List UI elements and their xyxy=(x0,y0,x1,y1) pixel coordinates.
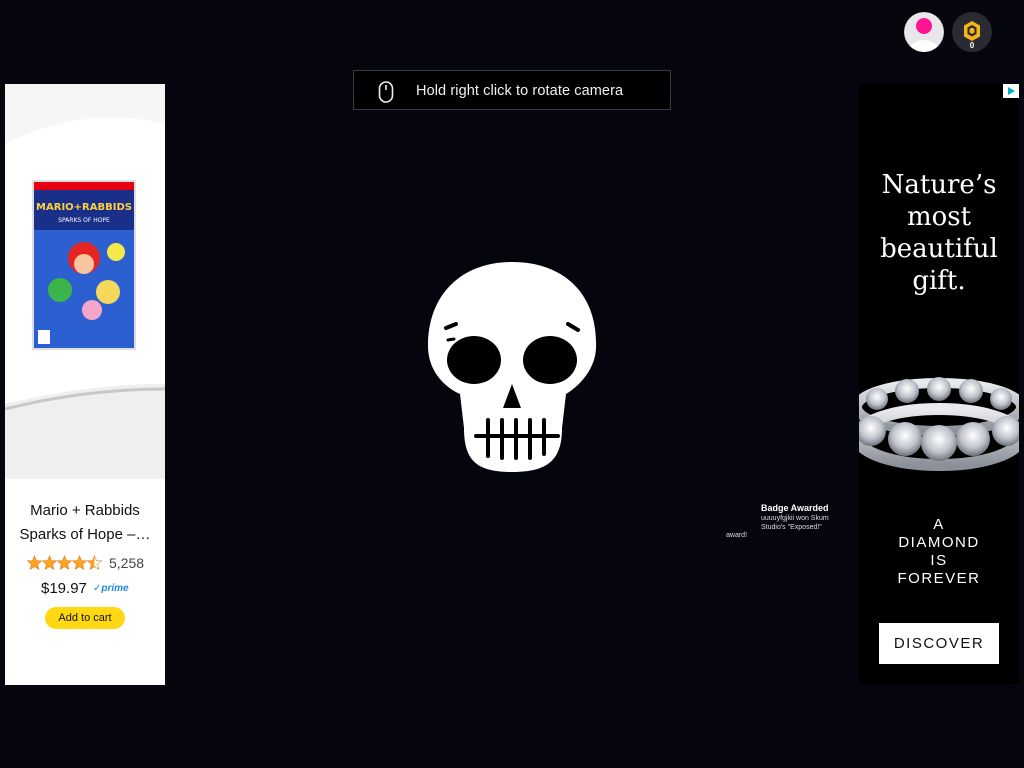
diamond-ring-image xyxy=(859,377,1019,471)
camera-hint: Hold right click to rotate camera xyxy=(353,70,671,110)
game-box-art: MARIO+RABBIDS SPARKS OF HOPE xyxy=(32,180,136,350)
svg-text:SPARKS OF HOPE: SPARKS OF HOPE xyxy=(58,217,110,224)
avatar-button[interactable] xyxy=(904,12,944,52)
discover-button[interactable]: DISCOVER xyxy=(879,623,999,664)
add-to-cart-button[interactable]: Add to cart xyxy=(45,607,125,629)
product-price: $19.97 xyxy=(41,580,87,597)
prime-badge: ✓prime xyxy=(93,583,129,594)
headline-line: Nature’s xyxy=(881,170,997,200)
coin-count: 0 xyxy=(969,41,975,50)
left-ad[interactable]: × MARIO+RABBIDS SPARKS OF HOPE Mario + R… xyxy=(5,84,165,685)
mouse-icon xyxy=(378,81,394,103)
headline-line: gift. xyxy=(912,266,966,296)
product-title-line2: Sparks of Hope –… xyxy=(19,526,151,543)
badge-awarded-notice: Badge Awarded uuuuyfgjkii won Skum Studi… xyxy=(726,503,846,543)
right-ad[interactable]: Nature’s most beautiful gift. A DIAMOND … xyxy=(859,84,1019,684)
coins-button[interactable]: 0 xyxy=(952,12,992,52)
badge-title: Badge Awarded xyxy=(761,503,829,513)
skull-icon xyxy=(428,262,597,472)
rating-count: 5,258 xyxy=(109,555,145,571)
slogan-line: FOREVER xyxy=(897,570,981,587)
svg-text:MARIO+RABBIDS: MARIO+RABBIDS xyxy=(36,202,132,213)
badge-message: uuuuyfgjkii won Skum Studio's "Exposed!" xyxy=(761,515,829,531)
product-title-line1: Mario + Rabbids xyxy=(30,502,140,519)
star-rating-icon xyxy=(27,555,103,570)
badge-message-tail: award! xyxy=(726,532,748,539)
adchoices-icon[interactable] xyxy=(1003,84,1019,98)
slogan-line: IS xyxy=(930,552,948,569)
slogan-line: A xyxy=(933,516,945,533)
product-rating: 5,258 xyxy=(27,554,157,572)
ad-headline: Nature’s most beautiful gift. xyxy=(859,169,1019,297)
camera-hint-text: Hold right click to rotate camera xyxy=(416,83,624,99)
headline-line: most xyxy=(906,202,972,232)
ad-slogan: A DIAMOND IS FOREVER xyxy=(859,516,1019,588)
headline-line: beautiful xyxy=(880,234,998,264)
avatar-icon xyxy=(904,12,944,52)
product-title[interactable]: Mario + Rabbids Sparks of Hope –… xyxy=(5,499,165,547)
slogan-line: DIAMOND xyxy=(898,534,980,551)
